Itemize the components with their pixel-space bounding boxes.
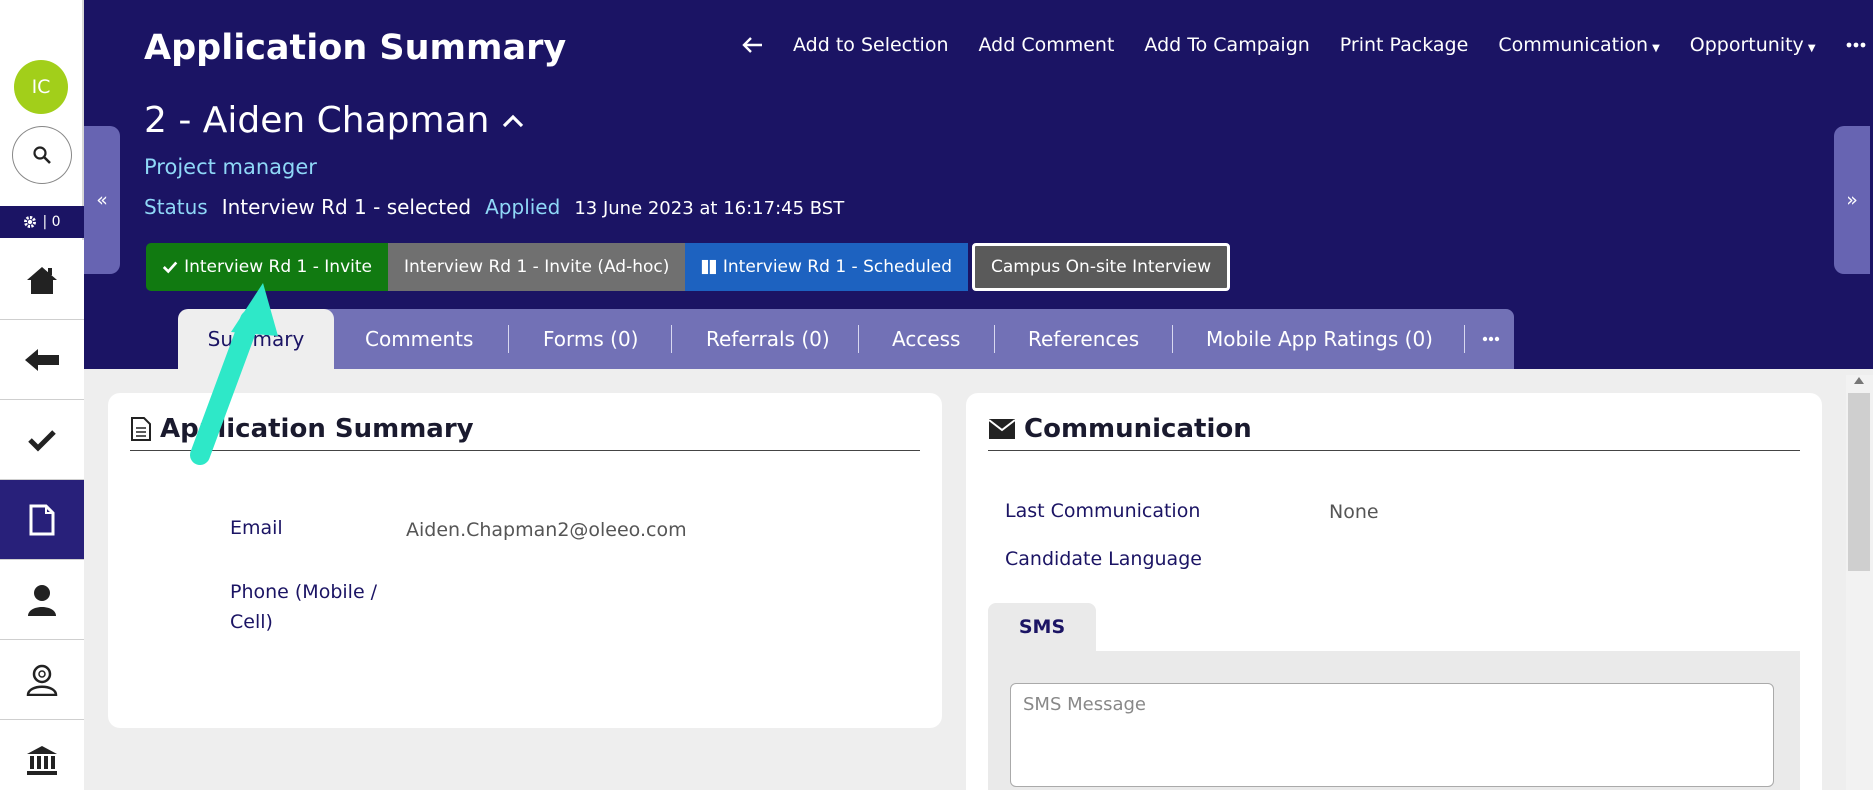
applied-date: 13 June 2023 at 16:17:45 BST (574, 198, 845, 219)
sms-panel (988, 651, 1800, 790)
sidebar-item-back[interactable] (0, 320, 84, 400)
communication-dropdown-label: Communication (1498, 34, 1649, 56)
status-value: Interview Rd 1 - selected (221, 195, 472, 219)
chevron-up-icon[interactable] (501, 113, 525, 129)
opportunity-dropdown-label: Opportunity (1689, 34, 1804, 56)
tab-divider (671, 325, 672, 353)
communication-dropdown[interactable]: Communication ▼ (1498, 34, 1659, 56)
search-icon (33, 146, 51, 164)
caret-down-icon: ▼ (1807, 43, 1816, 54)
print-package-link[interactable]: Print Package (1340, 34, 1469, 56)
add-comment-link[interactable]: Add Comment (979, 34, 1115, 56)
card-title-text: Application Summary (160, 413, 474, 444)
scrollbar[interactable] (1846, 375, 1873, 790)
double-chevron-left-icon: « (96, 189, 108, 211)
stage-label: Interview Rd 1 - Invite (Ad-hoc) (404, 257, 670, 277)
document-icon (29, 504, 55, 535)
check-icon (162, 261, 178, 274)
tab-sms[interactable]: SMS (988, 603, 1096, 651)
settings-count: | 0 (42, 214, 61, 230)
stage-label: Campus On-site Interview (991, 257, 1212, 277)
stage-buttons: Interview Rd 1 - Invite Interview Rd 1 -… (146, 243, 1230, 291)
card-title-text: Communication (1024, 413, 1252, 444)
page-title: Application Summary (144, 28, 567, 68)
communication-card: Communication Last Communication None Ca… (966, 393, 1822, 790)
candidate-name-text: 2 - Aiden Chapman (144, 100, 490, 141)
applied-label: Applied (485, 195, 561, 219)
tab-divider (508, 325, 509, 353)
stage-interview-invite-adhoc-button[interactable]: Interview Rd 1 - Invite (Ad-hoc) (388, 243, 685, 291)
tab-divider (1172, 325, 1173, 353)
email-label: Email (230, 517, 283, 539)
tab-access[interactable]: Access (892, 309, 960, 369)
phone-label-continued: Cell) (230, 611, 273, 633)
scrollbar-thumb[interactable] (1848, 393, 1870, 571)
tab-divider (1464, 325, 1465, 353)
avatar[interactable]: IC (14, 60, 68, 114)
application-header: Application Summary Add to Selection Add… (84, 0, 1873, 369)
tab-referrals[interactable]: Referrals (0) (706, 309, 830, 369)
sidebar-item-candidates[interactable] (0, 560, 84, 640)
candidate-language-label: Candidate Language (1005, 548, 1202, 570)
card-title: Communication (988, 413, 1800, 451)
avatar-initials: IC (31, 76, 51, 98)
gear-icon (24, 216, 37, 228)
person-search-icon (26, 664, 58, 696)
bank-icon (27, 746, 57, 775)
status-label: Status (144, 195, 208, 219)
person-icon (28, 584, 56, 616)
previous-application-button[interactable]: « (84, 126, 120, 274)
envelope-icon (988, 418, 1016, 439)
arrow-left-icon[interactable] (741, 36, 763, 54)
home-icon (27, 266, 57, 294)
sidebar-item-home[interactable] (0, 240, 84, 320)
columns-icon (701, 259, 716, 275)
job-title-link[interactable]: Project manager (144, 155, 317, 179)
opportunity-dropdown[interactable]: Opportunity ▼ (1690, 34, 1816, 56)
tab-comments[interactable]: Comments (365, 309, 473, 369)
sidebar-item-tasks[interactable] (0, 400, 84, 480)
stage-interview-scheduled-button[interactable]: Interview Rd 1 - Scheduled (685, 243, 968, 291)
sms-message-input[interactable] (1010, 683, 1774, 787)
left-sidebar: IC | 0 (0, 0, 84, 790)
sidebar-item-applications[interactable] (0, 480, 84, 560)
sidebar-item-organisation[interactable] (0, 720, 84, 790)
last-communication-label: Last Communication (1005, 500, 1201, 522)
tab-divider (994, 325, 995, 353)
add-to-selection-link[interactable]: Add to Selection (793, 34, 949, 56)
settings-bar[interactable]: | 0 (0, 206, 84, 238)
card-title: Application Summary (130, 413, 920, 451)
phone-label: Phone (Mobile / (230, 581, 378, 603)
email-value[interactable]: Aiden.Chapman2@oleeo.com (406, 519, 687, 541)
check-icon (28, 429, 56, 452)
tab-divider (858, 325, 859, 353)
scroll-up-arrow-icon[interactable] (1854, 377, 1864, 384)
sidebar-search-button[interactable] (12, 126, 72, 184)
stage-interview-invite-button[interactable]: Interview Rd 1 - Invite (146, 243, 388, 291)
tabs-more-button[interactable] (1482, 309, 1500, 369)
sidebar-item-search-people[interactable] (0, 640, 84, 720)
caret-down-icon: ▼ (1652, 43, 1660, 54)
stage-campus-onsite-button[interactable]: Campus On-site Interview (972, 243, 1230, 291)
document-icon (131, 416, 151, 441)
stage-label: Interview Rd 1 - Scheduled (722, 257, 952, 277)
back-arrow-icon (25, 348, 59, 371)
double-chevron-right-icon: » (1846, 189, 1858, 211)
candidate-name: 2 - Aiden Chapman (144, 100, 525, 141)
header-actions: Add to Selection Add Comment Add To Camp… (741, 34, 1866, 56)
status-line: Status Interview Rd 1 - selected Applied… (144, 195, 844, 219)
more-icon[interactable] (1846, 42, 1866, 48)
tabs-bar: Comments Forms (0) Referrals (0) Access … (250, 309, 1514, 369)
stage-label: Interview Rd 1 - Invite (184, 257, 372, 277)
last-communication-value: None (1329, 501, 1379, 523)
tab-references[interactable]: References (1028, 309, 1139, 369)
more-icon (1482, 336, 1500, 342)
next-application-button[interactable]: » (1834, 126, 1870, 274)
tab-forms[interactable]: Forms (0) (543, 309, 639, 369)
application-summary-card: Application Summary Email Aiden.Chapman2… (108, 393, 942, 728)
tab-summary[interactable]: Summary (178, 309, 334, 369)
tab-mobile-app-ratings[interactable]: Mobile App Ratings (0) (1206, 309, 1433, 369)
add-to-campaign-link[interactable]: Add To Campaign (1144, 34, 1309, 56)
